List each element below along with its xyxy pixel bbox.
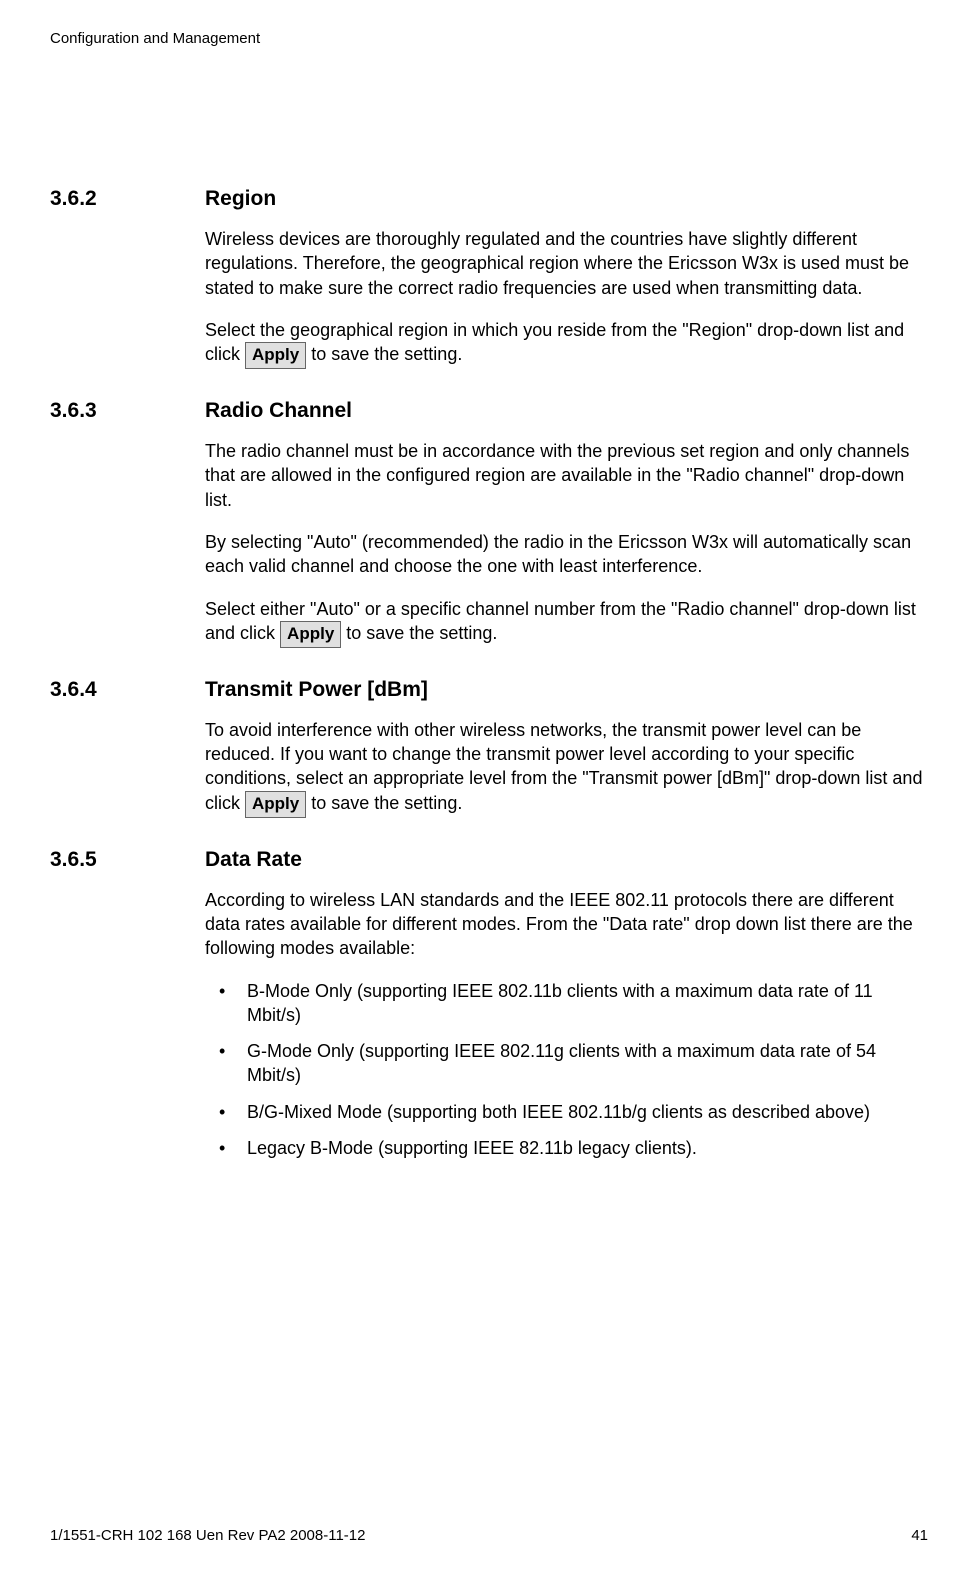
footer-doc-id: 1/1551-CRH 102 168 Uen Rev PA2 2008-11-1… — [50, 1527, 365, 1544]
paragraph: Wireless devices are thoroughly regulate… — [205, 227, 928, 300]
list-item: B-Mode Only (supporting IEEE 802.11b cli… — [205, 979, 928, 1028]
section-number: 3.6.5 — [50, 848, 205, 872]
paragraph: According to wireless LAN standards and … — [205, 888, 928, 961]
section-number: 3.6.2 — [50, 187, 205, 211]
section-transmit-power: 3.6.4 Transmit Power [dBm] To avoid inte… — [50, 678, 928, 818]
section-data-rate: 3.6.5 Data Rate According to wireless LA… — [50, 848, 928, 1161]
section-header: 3.6.3 Radio Channel — [50, 399, 928, 423]
paragraph: Select the geographical region in which … — [205, 318, 928, 369]
list-item: B/G-Mixed Mode (supporting both IEEE 802… — [205, 1100, 928, 1124]
apply-button[interactable]: Apply — [245, 791, 306, 818]
text: to save the setting. — [341, 623, 497, 643]
section-number: 3.6.4 — [50, 678, 205, 702]
section-body: According to wireless LAN standards and … — [205, 888, 928, 1161]
page-number: 41 — [911, 1527, 928, 1544]
section-title: Radio Channel — [205, 399, 352, 423]
bullet-list: B-Mode Only (supporting IEEE 802.11b cli… — [205, 979, 928, 1161]
page-header: Configuration and Management — [50, 30, 928, 47]
section-number: 3.6.3 — [50, 399, 205, 423]
apply-button[interactable]: Apply — [245, 342, 306, 369]
section-title: Region — [205, 187, 276, 211]
paragraph: The radio channel must be in accordance … — [205, 439, 928, 512]
paragraph: Select either "Auto" or a specific chann… — [205, 597, 928, 648]
apply-button[interactable]: Apply — [280, 621, 341, 648]
list-item: Legacy B-Mode (supporting IEEE 82.11b le… — [205, 1136, 928, 1160]
text: to save the setting. — [306, 793, 462, 813]
section-header: 3.6.5 Data Rate — [50, 848, 928, 872]
paragraph: By selecting "Auto" (recommended) the ra… — [205, 530, 928, 579]
section-title: Transmit Power [dBm] — [205, 678, 428, 702]
section-radio-channel: 3.6.3 Radio Channel The radio channel mu… — [50, 399, 928, 648]
section-region: 3.6.2 Region Wireless devices are thorou… — [50, 187, 928, 369]
list-item: G-Mode Only (supporting IEEE 802.11g cli… — [205, 1039, 928, 1088]
section-header: 3.6.2 Region — [50, 187, 928, 211]
paragraph: To avoid interference with other wireles… — [205, 718, 928, 818]
section-body: To avoid interference with other wireles… — [205, 718, 928, 818]
section-header: 3.6.4 Transmit Power [dBm] — [50, 678, 928, 702]
section-title: Data Rate — [205, 848, 302, 872]
section-body: The radio channel must be in accordance … — [205, 439, 928, 648]
page-footer: 1/1551-CRH 102 168 Uen Rev PA2 2008-11-1… — [50, 1527, 928, 1544]
section-body: Wireless devices are thoroughly regulate… — [205, 227, 928, 369]
text: to save the setting. — [306, 344, 462, 364]
